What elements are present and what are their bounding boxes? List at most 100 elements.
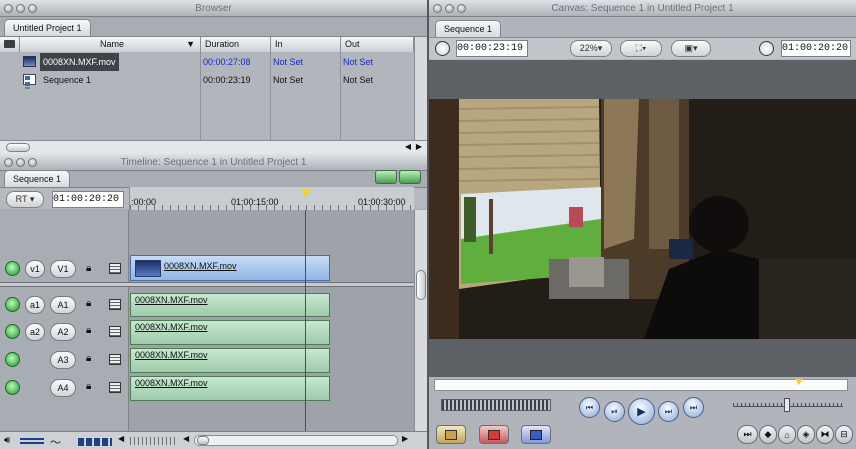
overwrite-button[interactable] bbox=[479, 425, 509, 444]
playhead-icon[interactable] bbox=[795, 379, 803, 385]
audio-clip[interactable]: 0008XN.MXF.mov bbox=[130, 320, 330, 345]
zoom-left-arrow-icon[interactable]: ◀ bbox=[118, 434, 124, 443]
source-patch-a2[interactable]: a2 bbox=[25, 323, 45, 341]
rt-menu[interactable]: RT ▾ bbox=[6, 191, 44, 208]
speaker-icon[interactable] bbox=[5, 380, 20, 395]
close-button[interactable] bbox=[433, 4, 442, 13]
table-row[interactable]: 0008XN.MXF.mov 00:00:27:08 Not Set Not S… bbox=[0, 53, 414, 71]
dest-patch-a4[interactable]: A4 bbox=[50, 379, 76, 397]
auto-select-icon[interactable] bbox=[109, 299, 121, 310]
track-size-icon[interactable] bbox=[78, 438, 112, 446]
zoom-button[interactable] bbox=[28, 4, 37, 13]
timeline-ruler[interactable]: :00:00 01:00:15:00 01:00:30:00 bbox=[129, 187, 415, 210]
playhead-icon[interactable] bbox=[301, 190, 311, 197]
tab-untitled-project[interactable]: Untitled Project 1 bbox=[4, 19, 91, 36]
next-edit-button[interactable]: ⏭ bbox=[683, 397, 704, 418]
canvas-viewer[interactable] bbox=[429, 60, 856, 377]
scroll-right-arrow-icon[interactable]: ▶ bbox=[402, 434, 408, 443]
auto-select-icon[interactable] bbox=[109, 263, 121, 274]
speaker-icon[interactable] bbox=[5, 297, 20, 312]
auto-select-icon[interactable] bbox=[109, 326, 121, 337]
lock-icon[interactable]: 🔒︎ bbox=[86, 325, 91, 336]
speaker-icon[interactable] bbox=[5, 324, 20, 339]
match-frame-button[interactable]: ⏭ bbox=[737, 425, 758, 444]
scroll-left-arrow-icon[interactable]: ◀ bbox=[405, 142, 411, 151]
minimize-button[interactable] bbox=[16, 158, 25, 167]
vertical-scrollbar[interactable] bbox=[414, 37, 427, 141]
dest-patch-a1[interactable]: A1 bbox=[50, 296, 76, 314]
audio-clip[interactable]: 0008XN.MXF.mov bbox=[130, 348, 330, 373]
column-in[interactable]: In bbox=[271, 37, 341, 52]
mark-clip-button[interactable]: ◆ bbox=[759, 425, 777, 444]
view-menu[interactable]: ⛶▾ bbox=[620, 40, 662, 57]
tab-sequence-1[interactable]: Sequence 1 bbox=[4, 170, 71, 187]
lock-icon[interactable]: 🔒︎ bbox=[86, 263, 91, 274]
play-button[interactable]: ▶ bbox=[628, 398, 655, 425]
scroll-left-arrow-icon[interactable]: ◀ bbox=[183, 434, 189, 443]
mark-in-button[interactable]: ⧓ bbox=[816, 425, 834, 444]
speaker-toggle-icon[interactable]: 🔊︎ bbox=[4, 435, 10, 446]
scroll-right-arrow-icon[interactable]: ▶ bbox=[416, 142, 422, 151]
mark-out-button[interactable]: ⊟ bbox=[835, 425, 853, 444]
zoom-slider[interactable] bbox=[130, 437, 178, 445]
zoom-button[interactable] bbox=[457, 4, 466, 13]
column-name[interactable]: Name ▼ bbox=[20, 37, 201, 52]
row-name-cell[interactable]: 0008XN.MXF.mov bbox=[40, 53, 119, 71]
dest-patch-v1[interactable]: V1 bbox=[50, 260, 76, 278]
previous-edit-button[interactable]: ⏮ bbox=[579, 397, 600, 418]
lock-icon[interactable]: 🔒︎ bbox=[86, 381, 91, 392]
close-button[interactable] bbox=[4, 4, 13, 13]
jog-thumb[interactable] bbox=[784, 398, 790, 412]
source-patch-a1[interactable]: a1 bbox=[25, 296, 45, 314]
track-height-icon[interactable] bbox=[20, 438, 44, 444]
add-marker-button[interactable]: ⌂ bbox=[778, 425, 796, 444]
audio-clip[interactable]: 0008XN.MXF.mov bbox=[130, 293, 330, 317]
auto-select-icon[interactable] bbox=[109, 382, 121, 393]
linking-button[interactable] bbox=[399, 170, 421, 184]
jog-control[interactable] bbox=[733, 398, 843, 412]
column-duration[interactable]: Duration bbox=[201, 37, 271, 52]
zoom-menu[interactable]: 22%▾ bbox=[570, 40, 612, 57]
scroll-thumb[interactable] bbox=[6, 143, 30, 152]
clip-overlays-icon[interactable]: 〜 bbox=[50, 434, 61, 449]
insert-button[interactable] bbox=[436, 425, 466, 444]
auto-select-icon[interactable] bbox=[109, 354, 121, 365]
shuttle-control[interactable] bbox=[441, 399, 551, 411]
overlay-menu[interactable]: ▣▾ bbox=[671, 40, 711, 57]
minimize-button[interactable] bbox=[16, 4, 25, 13]
audio-clip[interactable]: 0008XN.MXF.mov bbox=[130, 376, 330, 401]
add-keyframe-button[interactable]: ◈ bbox=[797, 425, 815, 444]
timeline-timecode[interactable]: 01:00:20:20 bbox=[52, 191, 124, 208]
snapping-button[interactable] bbox=[375, 170, 397, 184]
close-button[interactable] bbox=[4, 158, 13, 167]
tab-sequence-1[interactable]: Sequence 1 bbox=[435, 20, 502, 37]
minimize-button[interactable] bbox=[445, 4, 454, 13]
replace-button[interactable] bbox=[521, 425, 551, 444]
track-divider[interactable] bbox=[0, 282, 414, 287]
video-clip[interactable]: 0008XN.MXF.mov bbox=[130, 255, 330, 281]
speaker-icon[interactable] bbox=[5, 352, 20, 367]
scroll-thumb[interactable] bbox=[197, 436, 209, 445]
lock-icon[interactable]: 🔒︎ bbox=[86, 353, 91, 364]
track-visibility-icon[interactable] bbox=[5, 261, 20, 276]
lock-icon[interactable]: 🔒︎ bbox=[86, 298, 91, 309]
zoom-button[interactable] bbox=[28, 158, 37, 167]
dest-patch-a3[interactable]: A3 bbox=[50, 351, 76, 369]
scroll-thumb[interactable] bbox=[416, 270, 426, 300]
header-icon-cell[interactable] bbox=[0, 37, 20, 52]
canvas-scrubber[interactable] bbox=[434, 379, 848, 391]
table-row[interactable]: Sequence 1 00:00:23:19 Not Set Not Set bbox=[0, 71, 414, 89]
row-name-cell[interactable]: Sequence 1 bbox=[43, 71, 91, 89]
canvas-current-timecode[interactable]: 01:00:20:20 bbox=[781, 40, 851, 57]
timeline-horizontal-scrollbar[interactable] bbox=[194, 435, 398, 446]
window-controls bbox=[4, 158, 37, 167]
column-out[interactable]: Out bbox=[341, 37, 414, 52]
play-in-to-out-button[interactable]: ⏯ bbox=[604, 401, 625, 422]
dest-patch-a2[interactable]: A2 bbox=[50, 323, 76, 341]
horizontal-scrollbar[interactable]: ◀ ▶ bbox=[0, 140, 427, 154]
timeline-vertical-scrollbar[interactable] bbox=[414, 210, 427, 431]
play-around-button[interactable]: ⏭ bbox=[658, 401, 679, 422]
source-patch-v1[interactable]: v1 bbox=[25, 260, 45, 278]
canvas-duration[interactable]: 00:00:23:19 bbox=[456, 40, 528, 57]
folder-icon bbox=[4, 40, 15, 48]
